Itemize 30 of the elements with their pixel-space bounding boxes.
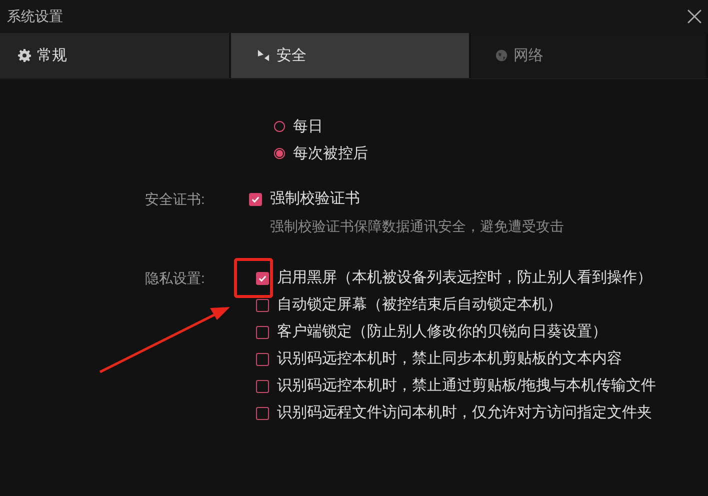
description-text: 强制校验证书保障数据通讯安全，避免遭受攻击 (269, 218, 565, 236)
section-label: 隐私设置: (145, 269, 206, 288)
checkbox[interactable] (256, 326, 269, 338)
highlight-box (234, 258, 273, 298)
checkbox-option[interactable]: 识别码远控本机时，禁止同步本机剪贴板的文本内容 (256, 349, 708, 369)
section-label: 安全证书: (145, 190, 206, 209)
flag-icon (257, 49, 270, 62)
radio-button[interactable] (274, 148, 285, 159)
radio-option[interactable]: 每日 (274, 117, 708, 136)
checkbox-option[interactable]: 自动锁定屏幕（被控结束后自动锁定本机） (256, 295, 708, 315)
checkbox[interactable] (256, 380, 269, 392)
checkbox[interactable] (256, 272, 269, 284)
checkbox-option[interactable]: 客户端锁定（防止别人修改你的贝锐向日葵设置） (256, 322, 708, 342)
close-icon[interactable] (685, 7, 704, 26)
checkbox[interactable] (256, 352, 269, 366)
checkbox-option[interactable]: 识别码远程文件访问本机时，仅允许对方访问指定文件夹 (256, 403, 708, 423)
gear-icon (18, 49, 31, 62)
window-title: 系统设置 (7, 8, 63, 26)
radio-option[interactable]: 每次被控后 (274, 144, 708, 163)
tab[interactable]: 网络 (470, 33, 708, 78)
checkbox-option[interactable]: 强制校验证书 (249, 189, 708, 209)
checkbox-option[interactable]: 识别码远控本机时，禁止通过剪贴板/拖拽与本机传输文件 (256, 376, 708, 396)
checkbox[interactable] (256, 298, 269, 312)
checkbox[interactable] (249, 192, 262, 206)
tab[interactable]: 安全 (231, 33, 471, 78)
tab[interactable]: 常规 (0, 33, 232, 78)
radio-button[interactable] (274, 121, 285, 132)
checkbox[interactable] (256, 406, 269, 420)
globe-icon (494, 49, 508, 62)
checkbox-option[interactable]: 启用黑屏（本机被设备列表远控时，防止别人看到操作） (256, 268, 708, 288)
